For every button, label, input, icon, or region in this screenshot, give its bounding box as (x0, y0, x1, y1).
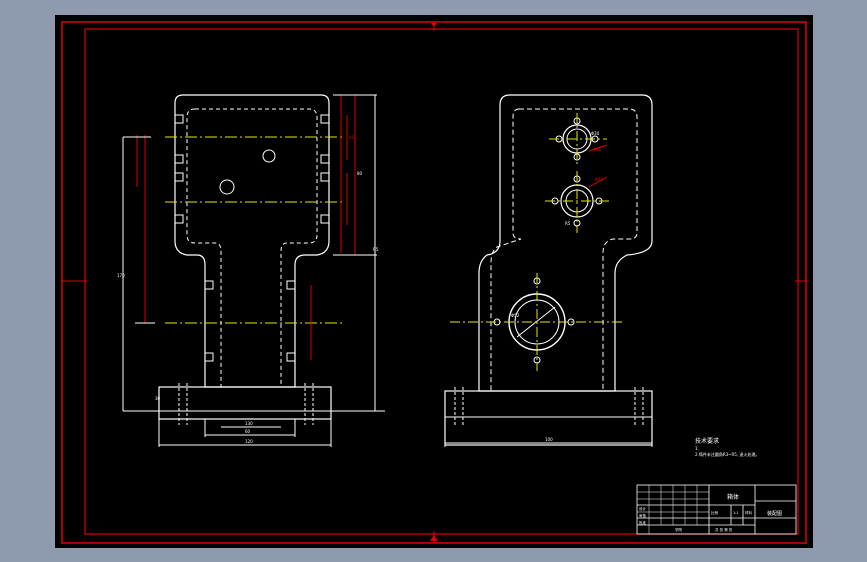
tb-checker-label: 审核 (639, 513, 647, 518)
tb-scale-label: 比例 (711, 510, 719, 515)
left-dim-2: 40 (349, 135, 355, 140)
left-boss-large (219, 179, 235, 195)
svg-text:R5: R5 (565, 221, 571, 226)
left-dim-3: 170 (117, 273, 125, 278)
inner-frame (84, 28, 799, 535)
svg-text:Φ30: Φ30 (591, 131, 600, 136)
sheet-outer-border (61, 21, 807, 544)
left-dim-6: 60 (245, 429, 251, 434)
technical-notes: 技术要求 1. 2.铸件未注圆角R3~R5, 退火处理。 (695, 437, 759, 457)
engineering-drawing: 80 40 170 130 30 60 120 R5 Φ30 Φ26 Φ40 Φ… (61, 21, 807, 544)
tb-school-label: 学院 (675, 527, 683, 532)
svg-text:Φ26: Φ26 (593, 147, 602, 152)
tb-designer-label: 设计 (639, 506, 647, 511)
left-dim-4: 130 (245, 421, 253, 426)
svg-text:Φ52: Φ52 (511, 313, 520, 318)
left-dim-8: R5 (373, 247, 379, 252)
left-boss-small (262, 149, 276, 163)
notes-title: 技术要求 (695, 437, 719, 445)
center-arrow-top (431, 23, 437, 27)
notes-line-1: 1. (695, 446, 699, 451)
title-block (636, 484, 797, 535)
tb-part-name: 箱体 (727, 493, 739, 501)
svg-text:Φ40: Φ40 (595, 177, 604, 182)
right-view: Φ30 Φ26 Φ40 Φ52 R5 100 (444, 94, 653, 447)
tb-material-label: 材料 (745, 510, 753, 515)
tb-scale-value: 1:1 (733, 511, 739, 515)
svg-text:100: 100 (545, 437, 553, 442)
left-view: 80 40 170 130 30 60 120 R5 (117, 94, 385, 447)
tb-sheet-label: 共 张 第 张 (715, 527, 733, 532)
notes-line-2: 2.铸件未注圆角R3~R5, 退火处理。 (695, 451, 759, 457)
tb-drawing-no: 装配图 (767, 510, 782, 517)
left-inner-cavity (186, 108, 318, 387)
right-body-outline (478, 94, 653, 392)
tb-approval-label: 批准 (639, 520, 647, 525)
left-dim-7: 120 (245, 439, 253, 444)
left-body-outline (174, 94, 330, 388)
cad-viewport[interactable]: 80 40 170 130 30 60 120 R5 Φ30 Φ26 Φ40 Φ… (55, 15, 813, 548)
left-dim-5: 30 (155, 396, 161, 401)
center-arrow-bottom (430, 535, 438, 541)
left-dim-1: 80 (357, 171, 363, 176)
